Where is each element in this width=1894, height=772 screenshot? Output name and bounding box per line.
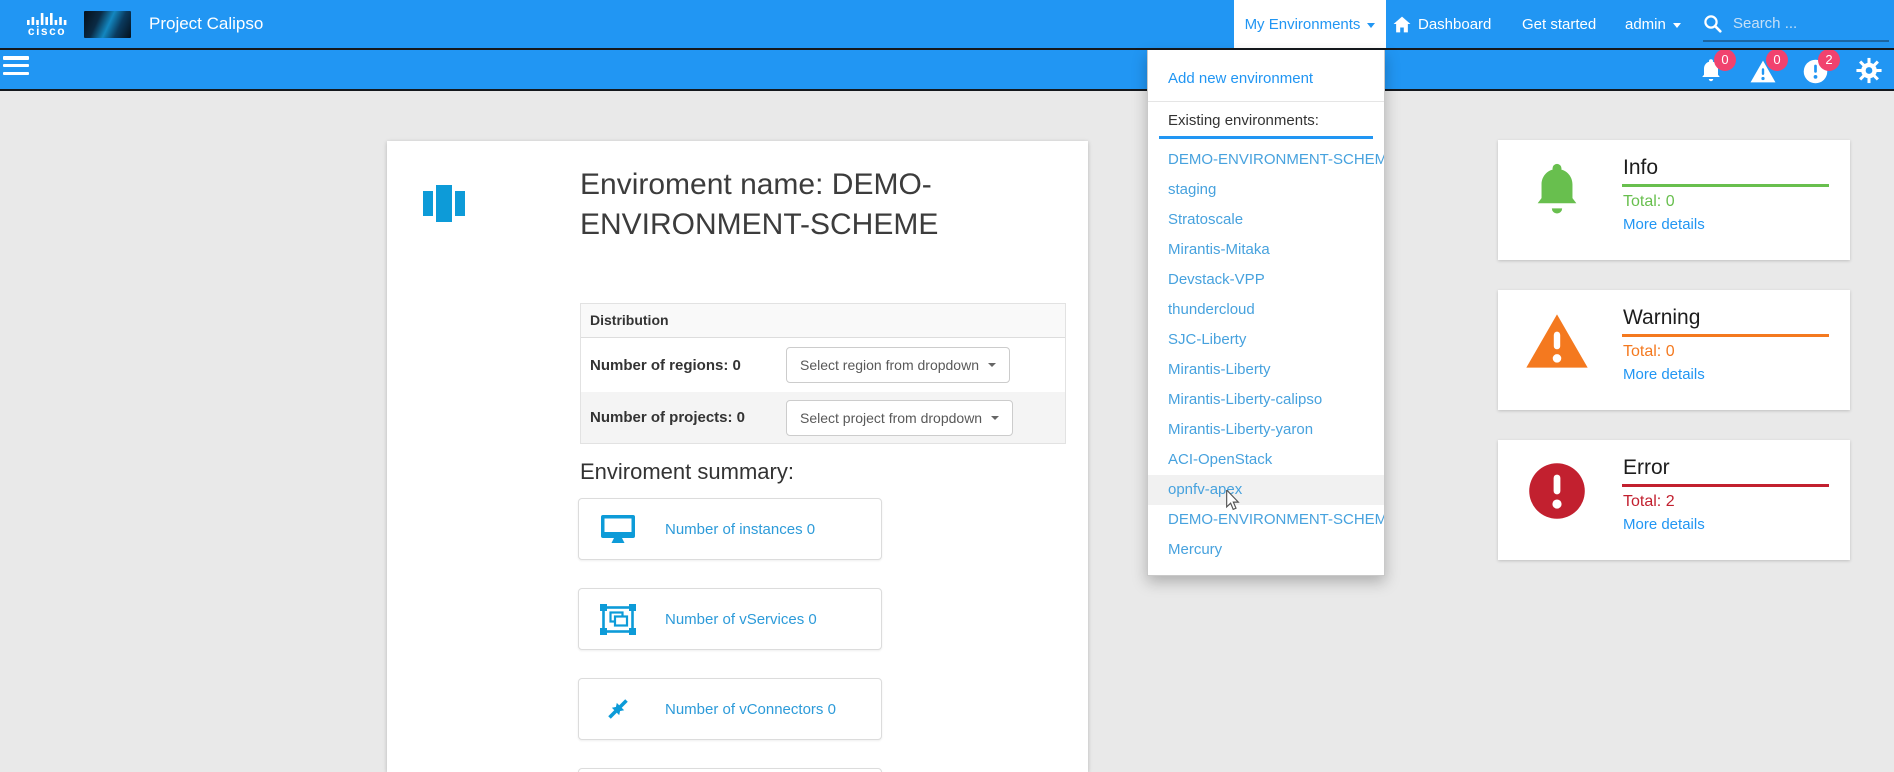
projects-label: Number of projects: 0 [590, 409, 786, 426]
get-started-label: Get started [1522, 16, 1596, 33]
select-project-dropdown-button[interactable]: Select project from dropdown [786, 400, 1013, 436]
distribution-row-projects: Number of projects: 0 Select project fro… [581, 392, 1065, 443]
environment-carousel-icon [423, 185, 465, 227]
nav-my-environments[interactable]: My Environments [1234, 0, 1386, 48]
username-label: admin [1625, 16, 1666, 33]
regions-label: Number of regions: 0 [590, 357, 786, 374]
vconnectors-icon [598, 694, 638, 724]
distribution-row-regions: Number of regions: 0 Select region from … [581, 338, 1065, 392]
secondary-toolbar: 0 0 2 [0, 50, 1894, 91]
environment-menu-item[interactable]: staging [1148, 175, 1384, 205]
add-new-environment-link[interactable]: Add new environment [1148, 62, 1384, 97]
select-project-label: Select project from dropdown [800, 410, 982, 426]
distribution-header: Distribution [581, 304, 1065, 338]
environment-menu-item[interactable]: Mirantis-Liberty-calipso [1148, 385, 1384, 415]
nav-get-started[interactable]: Get started [1522, 0, 1596, 48]
status-card-title: Warning [1623, 306, 1700, 330]
chevron-down-icon [1673, 23, 1681, 28]
search-box [1703, 7, 1889, 42]
cisco-bars-icon [27, 13, 67, 25]
summary-card-label: Number of vConnectors 0 [665, 701, 836, 718]
dashboard-label: Dashboard [1418, 16, 1491, 33]
summary-card-label: Number of vServices 0 [665, 611, 817, 628]
summary-card-label: Number of instances 0 [665, 521, 815, 538]
distribution-table: Distribution Number of regions: 0 Select… [580, 303, 1066, 444]
existing-environments-label: Existing environments: [1148, 112, 1384, 136]
chevron-down-icon [1367, 23, 1375, 28]
environment-menu-item[interactable]: Mirantis-Mitaka [1148, 235, 1384, 265]
cisco-logo: cisco [24, 13, 70, 36]
info-bell-icon [1524, 158, 1590, 224]
warnings-badge: 0 [1766, 49, 1788, 71]
environment-menu-item[interactable]: DEMO-ENVIRONMENT-SCHEME [1148, 505, 1384, 535]
cisco-wordmark: cisco [28, 26, 66, 36]
brand-thumbnail-image [84, 11, 131, 38]
brand-group: cisco Project Calipso [24, 0, 263, 48]
select-region-dropdown-button[interactable]: Select region from dropdown [786, 347, 1010, 383]
summary-card-vconnectors[interactable]: Number of vConnectors 0 [578, 678, 882, 740]
environment-menu-item[interactable]: DEMO-ENVIRONMENT-SCHEME [1148, 145, 1384, 175]
status-card-total: Total: 0 [1623, 193, 1675, 211]
menu-divider [1148, 101, 1384, 102]
search-input[interactable] [1731, 14, 1889, 33]
status-card-underline [1622, 334, 1829, 337]
nav-user-menu[interactable]: admin [1625, 0, 1681, 48]
my-environments-label: My Environments [1245, 16, 1361, 33]
existing-environments-underline [1159, 136, 1373, 139]
environment-menu-item[interactable]: ACI-OpenStack [1148, 445, 1384, 475]
settings-button[interactable] [1856, 56, 1882, 84]
environment-menu-item[interactable]: Mirantis-Liberty [1148, 355, 1384, 385]
more-details-link[interactable]: More details [1623, 366, 1705, 383]
gear-icon [1856, 57, 1882, 84]
mouse-cursor [1225, 490, 1240, 516]
environment-menu-item[interactable]: thundercloud [1148, 295, 1384, 325]
environments-dropdown-menu: Add new environment Existing environment… [1147, 50, 1385, 576]
environment-summary-heading: Enviroment summary: [580, 459, 794, 485]
summary-card-partial[interactable] [578, 768, 882, 772]
environment-menu-item[interactable]: Mirantis-Liberty-yaron [1148, 415, 1384, 445]
warning-status-card: Warning Total: 0 More details [1498, 290, 1850, 410]
search-icon [1703, 14, 1722, 33]
vservices-icon [598, 604, 638, 635]
environment-menu-item-hovered[interactable]: opnfv-apex [1148, 475, 1384, 505]
monitor-icon [598, 514, 638, 545]
environment-menu-item[interactable]: Mercury [1148, 535, 1384, 565]
warning-triangle-icon [1524, 308, 1590, 374]
more-details-link[interactable]: More details [1623, 216, 1705, 233]
warnings-button[interactable]: 0 [1750, 56, 1776, 84]
summary-card-instances[interactable]: Number of instances 0 [578, 498, 882, 560]
info-status-card: Info Total: 0 More details [1498, 140, 1850, 260]
toolbar-status-icons: 0 0 2 [1698, 50, 1882, 89]
status-card-underline [1622, 484, 1829, 487]
home-icon [1393, 16, 1411, 33]
top-navbar: cisco Project Calipso My Environments Da… [0, 0, 1894, 48]
environment-menu-item[interactable]: Stratoscale [1148, 205, 1384, 235]
chevron-down-icon [991, 416, 999, 420]
notifications-button[interactable]: 0 [1698, 56, 1724, 84]
error-circle-icon [1524, 458, 1590, 524]
environment-menu-item[interactable]: Devstack-VPP [1148, 265, 1384, 295]
environment-menu-item[interactable]: SJC-Liberty [1148, 325, 1384, 355]
chevron-down-icon [988, 363, 996, 367]
nav-dashboard[interactable]: Dashboard [1393, 0, 1491, 48]
more-details-link[interactable]: More details [1623, 516, 1705, 533]
summary-card-vservices[interactable]: Number of vServices 0 [578, 588, 882, 650]
app-title: Project Calipso [149, 14, 263, 34]
environment-title: Enviroment name: DEMO-ENVIRONMENT-SCHEME [580, 165, 1012, 245]
status-card-total: Total: 2 [1623, 493, 1675, 511]
menu-hamburger-button[interactable] [3, 56, 31, 82]
select-region-label: Select region from dropdown [800, 357, 979, 373]
errors-button[interactable]: 2 [1802, 56, 1828, 84]
status-card-title: Error [1623, 456, 1670, 480]
status-card-title: Info [1623, 156, 1658, 180]
status-card-underline [1622, 184, 1829, 187]
navbar-divider [0, 48, 1894, 50]
errors-badge: 2 [1818, 49, 1840, 71]
error-status-card: Error Total: 2 More details [1498, 440, 1850, 560]
notifications-badge: 0 [1714, 49, 1736, 71]
environment-card: Enviroment name: DEMO-ENVIRONMENT-SCHEME… [387, 141, 1088, 772]
status-card-total: Total: 0 [1623, 343, 1675, 361]
